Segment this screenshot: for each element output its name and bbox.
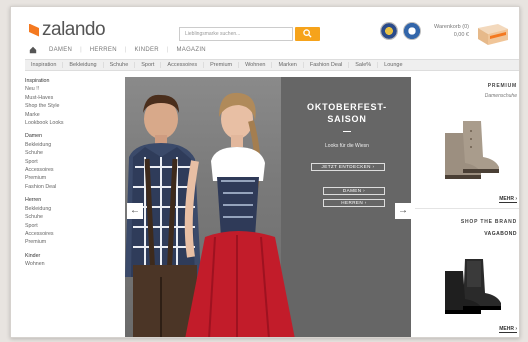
sidebar-item[interactable]: Lookbook Looks: [25, 119, 123, 127]
cat-accessoires[interactable]: Accessoires: [161, 62, 205, 68]
sidebar-item[interactable]: Shop the Style: [25, 102, 123, 110]
sidebar-item[interactable]: Bekleidung: [25, 205, 123, 213]
category-bar: Inspiration Bekleidung Schuhe Sport Acce…: [25, 59, 519, 71]
sidebar-item[interactable]: Neu !!: [25, 85, 123, 93]
zalando-logo[interactable]: zalando: [29, 19, 106, 41]
cat-lounge[interactable]: Lounge: [378, 62, 408, 68]
shop-the-brand-promo[interactable]: SHOP THE BRAND VAGABOND MEHR ›: [415, 213, 519, 337]
browser-page: zalando DAMEN | HERREN | KINDER | MAGAZI…: [10, 6, 520, 338]
hero-title: OKTOBERFEST- SAISON: [307, 102, 387, 124]
ankle-boot-image: [445, 121, 499, 179]
cat-schuhe[interactable]: Schuhe: [104, 62, 136, 68]
sidebar-header[interactable]: Herren: [25, 196, 123, 204]
sidebar-group-kinder: Kinder Wohnen: [25, 252, 123, 269]
sidebar-group-herren: Herren Bekleidung Schuhe Sport Accessoir…: [25, 196, 123, 246]
cart-box-icon[interactable]: [476, 20, 510, 46]
sidebar-group-inspiration: Inspiration Neu !! Must-Haves Shop the S…: [25, 77, 123, 127]
sidebar-nav: Inspiration Neu !! Must-Haves Shop the S…: [25, 77, 123, 337]
gender-nav: DAMEN | HERREN | KINDER | MAGAZIN: [29, 46, 214, 54]
search-icon: [303, 29, 312, 38]
hero-banner[interactable]: OKTOBERFEST- SAISON Looks für die Wiesn …: [125, 77, 411, 337]
home-icon[interactable]: [29, 46, 37, 54]
discover-button[interactable]: JETZT ENTDECKEN ›: [311, 163, 385, 171]
promo-title: SHOP THE BRAND: [460, 219, 517, 225]
cat-sale[interactable]: Sale%: [349, 62, 379, 68]
sidebar-header[interactable]: Kinder: [25, 252, 123, 260]
sidebar-item[interactable]: Must-Haves: [25, 94, 123, 102]
cart-summary[interactable]: Warenkorb (0) 0,00 €: [433, 23, 469, 39]
nav-magazin[interactable]: MAGAZIN: [176, 47, 205, 53]
sidebar-header[interactable]: Inspiration: [25, 77, 123, 85]
search-button[interactable]: [295, 27, 320, 41]
promo-title: PREMIUM: [487, 83, 517, 89]
logo-text: zalando: [42, 19, 106, 40]
brand-more-link[interactable]: MEHR ›: [499, 326, 517, 333]
cart-label: Warenkorb (0): [434, 24, 469, 30]
premium-promo[interactable]: PREMIUM Damenschuhe MEHR ›: [415, 77, 519, 209]
tuev-seal-icon[interactable]: [403, 22, 421, 40]
cat-marken[interactable]: Marken: [272, 62, 304, 68]
nav-kinder[interactable]: KINDER: [134, 47, 158, 53]
nav-damen[interactable]: DAMEN: [49, 47, 72, 53]
cat-sport[interactable]: Sport: [135, 62, 162, 68]
oktoberfest-models-image: [125, 92, 295, 337]
sidebar-item[interactable]: Premium: [25, 238, 123, 246]
cat-wohnen[interactable]: Wohnen: [239, 62, 273, 68]
sidebar-group-damen: Damen Bekleidung Schuhe Sport Accessoire…: [25, 132, 123, 191]
trusted-shop-seal-icon[interactable]: [380, 22, 398, 40]
sidebar-item[interactable]: Wohnen: [25, 260, 123, 268]
sidebar-item[interactable]: Accessoires: [25, 166, 123, 174]
logo-flag-icon: [29, 23, 39, 37]
women-button[interactable]: DAMEN ›: [323, 187, 385, 195]
cat-fashion-deal[interactable]: Fashion Deal: [304, 62, 350, 68]
cart-amount: 0,00 €: [453, 32, 469, 38]
search-input[interactable]: Lieblingsmarke suchen...: [179, 27, 293, 41]
sidebar-item[interactable]: Marke: [25, 111, 123, 119]
brand-logo: VAGABOND: [484, 231, 517, 237]
sidebar-item[interactable]: Schuhe: [25, 213, 123, 221]
sidebar-item[interactable]: Bekleidung: [25, 141, 123, 149]
premium-more-link[interactable]: MEHR ›: [499, 196, 517, 203]
sidebar-item[interactable]: Schuhe: [25, 149, 123, 157]
carousel-prev-arrow-icon[interactable]: ←: [127, 203, 143, 219]
hero-subtitle: Looks für die Wiesn: [325, 143, 369, 149]
cat-inspiration[interactable]: Inspiration: [25, 62, 64, 68]
sidebar-item[interactable]: Fashion Deal: [25, 183, 123, 191]
sidebar-item[interactable]: Sport: [25, 158, 123, 166]
hero-divider: [343, 131, 351, 132]
cat-premium[interactable]: Premium: [204, 62, 240, 68]
sidebar-header[interactable]: Damen: [25, 132, 123, 140]
sidebar-item[interactable]: Sport: [25, 222, 123, 230]
men-button[interactable]: HERREN ›: [323, 199, 385, 207]
sidebar-item[interactable]: Accessoires: [25, 230, 123, 238]
promo-subtitle: Damenschuhe: [484, 93, 517, 99]
black-boot-image: [445, 259, 501, 314]
carousel-next-arrow-icon[interactable]: →: [395, 203, 411, 219]
nav-herren[interactable]: HERREN: [90, 47, 117, 53]
cat-bekleidung[interactable]: Bekleidung: [63, 62, 104, 68]
sidebar-item[interactable]: Premium: [25, 174, 123, 182]
